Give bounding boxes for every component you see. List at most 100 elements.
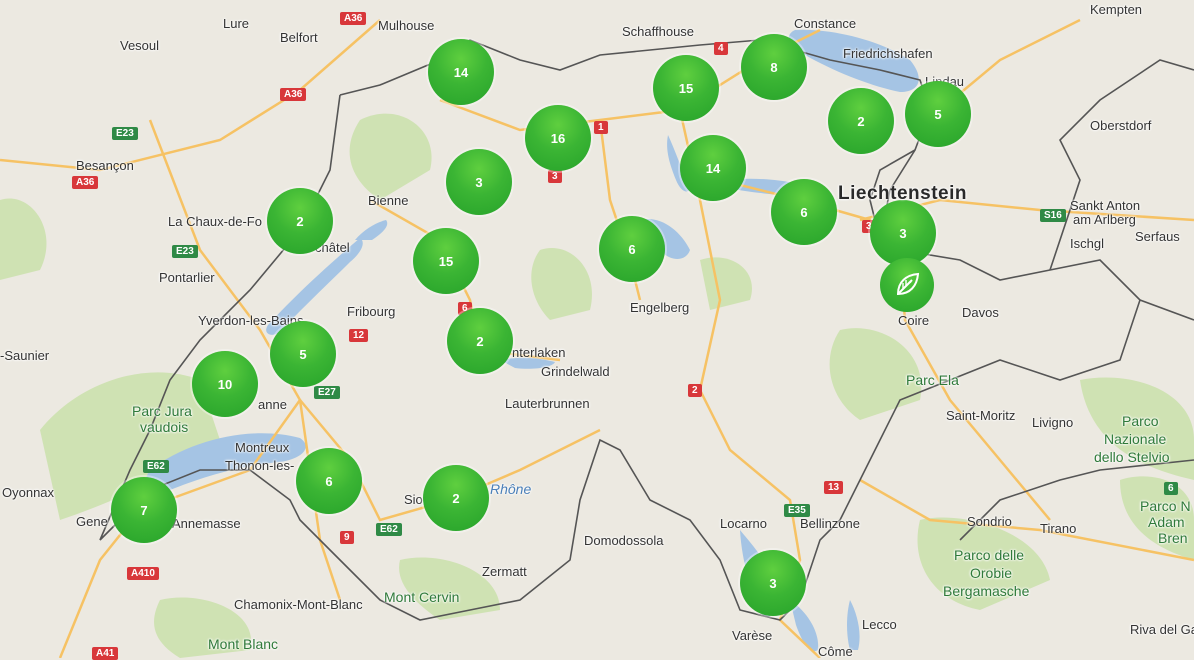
- place-label-montreux: Montreux: [235, 440, 290, 455]
- place-label-livigno: Livigno: [1032, 415, 1074, 430]
- place-label-bellinzone: Bellinzone: [800, 516, 860, 531]
- cluster-marker-c17[interactable]: 6: [296, 448, 362, 514]
- place-label-constance: Constance: [794, 16, 857, 31]
- place-label-oyonnax: Oyonnax: [2, 485, 55, 500]
- place-label-varese: Varèse: [732, 628, 773, 643]
- road-shield-r9: 9: [340, 531, 354, 544]
- cluster-count: 6: [628, 241, 636, 257]
- park-label-stelvio2: Nazionale: [1104, 431, 1167, 447]
- road-shield-e62a: E62: [143, 460, 169, 473]
- road-shield-a41: A41: [92, 647, 119, 660]
- cluster-marker-c8[interactable]: 14: [680, 135, 746, 201]
- cluster-marker-c16[interactable]: 10: [192, 351, 258, 417]
- road-shield-e35: E35: [784, 504, 810, 517]
- park-label-orobie1: Parco delle: [954, 547, 1025, 563]
- cluster-count: 3: [769, 575, 777, 591]
- park-label-orobie2: Orobie: [970, 565, 1013, 581]
- cluster-marker-c11[interactable]: 3: [870, 200, 936, 266]
- cluster-marker-c18[interactable]: 2: [423, 465, 489, 531]
- place-label-mulhouse: Mulhouse: [378, 18, 435, 33]
- place-label-engelberg: Engelberg: [630, 300, 690, 315]
- park-label-orobie3: Bergamasche: [943, 583, 1030, 599]
- cluster-marker-c5[interactable]: 5: [905, 81, 971, 147]
- road-shield-a410: A410: [127, 567, 159, 580]
- park-label-stelvio1: Parco: [1122, 413, 1159, 429]
- place-label-grindelwald: Grindelwald: [541, 364, 610, 379]
- place-label-bienne: Bienne: [368, 193, 409, 208]
- cluster-marker-c4[interactable]: 2: [828, 88, 894, 154]
- place-label-sion: Sio: [404, 492, 423, 507]
- place-label-rivadelgard: Riva del Garc: [1130, 622, 1194, 637]
- place-label-serfaus: Serfaus: [1135, 229, 1180, 244]
- road-shield-e27: E27: [314, 386, 340, 399]
- cluster-marker-c12[interactable]: 15: [413, 228, 479, 294]
- place-label-pontarlier: Pontarlier: [159, 270, 215, 285]
- place-label-gene: Gene: [76, 514, 108, 529]
- country-label-liechtenstein: Liechtenstein: [838, 183, 967, 204]
- cluster-count: 10: [217, 376, 233, 392]
- cluster-marker-c13[interactable]: 6: [599, 216, 665, 282]
- cluster-marker-c19[interactable]: 7: [111, 477, 177, 543]
- place-label-besancon: Besançon: [76, 158, 134, 173]
- place-label-coire: Coire: [898, 313, 930, 328]
- cluster-count: 2: [476, 333, 484, 349]
- road-shield-r2: 2: [688, 384, 702, 397]
- place-label-domodossola: Domodossola: [584, 533, 664, 548]
- cluster-count: 2: [296, 213, 304, 229]
- cluster-count: 15: [678, 80, 694, 96]
- place-label-anne: anne: [258, 397, 287, 412]
- road-shield-a36a: A36: [340, 12, 367, 25]
- cluster-count: 8: [770, 59, 778, 75]
- cluster-count: 2: [452, 490, 460, 506]
- place-label-ischgl: Ischgl: [1070, 236, 1104, 251]
- place-label-annemasse: Annemasse: [172, 516, 241, 531]
- park-label-adam1: Parco N: [1140, 498, 1191, 514]
- cluster-count: 6: [800, 204, 808, 220]
- place-label-schaffhouse: Schaffhouse: [622, 24, 695, 39]
- map-canvas[interactable]: Lure Mulhouse Vesoul Belfort Schaffhouse Cons…: [0, 0, 1194, 660]
- park-label-stelvio3: dello Stelvio: [1094, 449, 1170, 465]
- park-label-parcela: Parc Ela: [906, 372, 959, 388]
- cluster-count: 5: [299, 346, 307, 362]
- road-shield-e62b: E62: [376, 523, 402, 536]
- place-label-saunier: -Saunier: [0, 348, 50, 363]
- road-shield-a36c: A36: [72, 176, 99, 189]
- place-label-davos: Davos: [962, 305, 999, 320]
- cluster-marker-c2[interactable]: 15: [653, 55, 719, 121]
- road-shield-a36b: A36: [280, 88, 307, 101]
- place-label-lure: Lure: [223, 16, 250, 31]
- cluster-count: 7: [140, 502, 148, 518]
- water-label-rhone: Rhône: [490, 481, 532, 497]
- cluster-marker-c7[interactable]: 3: [446, 149, 512, 215]
- park-label-montcervin: Mont Cervin: [384, 589, 460, 605]
- leaf-marker[interactable]: [880, 258, 934, 312]
- park-label-parcjura: Parc Jura: [132, 403, 192, 419]
- cluster-marker-c14[interactable]: 2: [447, 308, 513, 374]
- cluster-count: 5: [934, 106, 942, 122]
- road-shield-s16: S16: [1040, 209, 1066, 222]
- cluster-count: 3: [899, 225, 907, 241]
- cluster-count: 14: [705, 160, 721, 176]
- place-label-zermatt: Zermatt: [482, 564, 527, 579]
- place-label-oberstdorf: Oberstdorf: [1090, 118, 1152, 133]
- place-label-interlaken: nterlaken: [512, 345, 566, 360]
- cluster-marker-c1[interactable]: 14: [428, 39, 494, 105]
- cluster-count: 15: [438, 253, 454, 269]
- cluster-count: 14: [453, 64, 469, 80]
- road-shield-e23a: E23: [112, 127, 138, 140]
- cluster-marker-c6[interactable]: 16: [525, 105, 591, 171]
- cluster-marker-c15[interactable]: 5: [270, 321, 336, 387]
- road-shield-r3a: 3: [548, 170, 562, 183]
- road-shield-r4: 4: [714, 42, 728, 55]
- road-shield-e23b: E23: [172, 245, 198, 258]
- cluster-marker-c3[interactable]: 8: [741, 34, 807, 100]
- road-shield-r13: 13: [824, 481, 844, 494]
- cluster-marker-c9[interactable]: 2: [267, 188, 333, 254]
- cluster-marker-c10[interactable]: 6: [771, 179, 837, 245]
- place-label-tirano: Tirano: [1040, 521, 1077, 536]
- park-label-montblanc: Mont Blanc: [208, 636, 279, 652]
- park-label-adam3: Bren: [1158, 530, 1188, 546]
- place-label-lecco: Lecco: [862, 617, 897, 632]
- cluster-marker-c20[interactable]: 3: [740, 550, 806, 616]
- place-label-lauterbrunnen: Lauterbrunnen: [505, 396, 590, 411]
